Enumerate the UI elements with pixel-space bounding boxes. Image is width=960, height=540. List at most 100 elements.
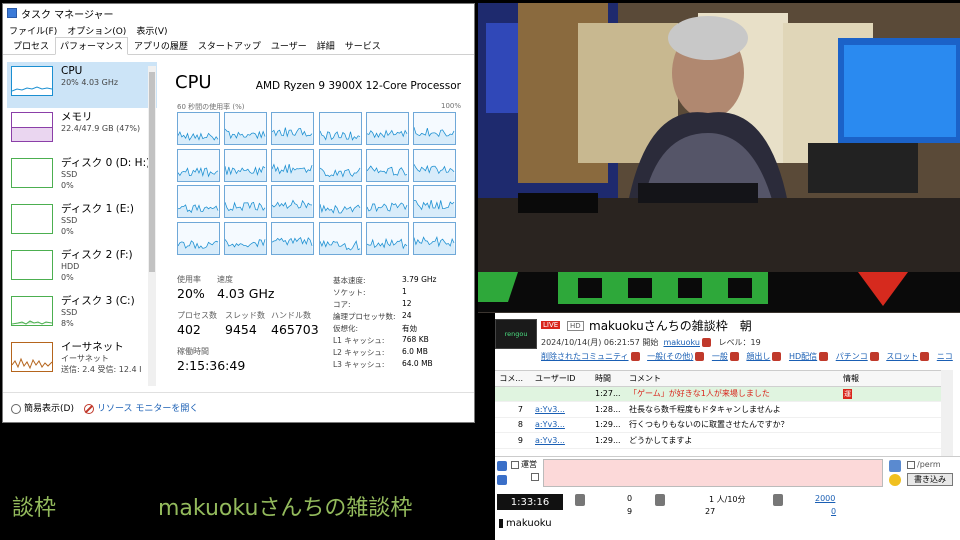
resource-detail: 22.4/47.9 GB (47%): [61, 124, 141, 133]
toolbar-icon[interactable]: [497, 461, 507, 471]
cell-user-id[interactable]: a:Yv3...: [535, 405, 595, 414]
scrollbar-thumb[interactable]: [149, 72, 155, 272]
col-info[interactable]: 情報: [843, 373, 873, 384]
comment-textarea[interactable]: [543, 459, 883, 487]
tag-nico[interactable]: ニコ: [937, 352, 953, 361]
points-a[interactable]: 2000: [815, 494, 835, 503]
cpu-heading: CPU: [175, 72, 212, 93]
tab-processes[interactable]: プロセス: [9, 38, 53, 54]
emoji-icon[interactable]: [889, 474, 901, 486]
cell-number: 9: [517, 435, 523, 445]
col-time[interactable]: 時間: [595, 373, 629, 384]
core-sparkline: [178, 131, 219, 144]
post-comment-button[interactable]: 書き込み: [907, 473, 953, 486]
table-row[interactable]: 7 a:Yv3... 1:28... 社長なら数千程度もドタキャンしませんよ: [495, 402, 953, 418]
stream-meta: 2024/10/14(月) 06:21:57 開始 makuoku レベル：19: [541, 337, 761, 348]
perm-checkbox[interactable]: /perm: [907, 460, 941, 469]
menu-file[interactable]: ファイル(F): [9, 24, 57, 37]
spec-label: 論理プロセッサ数:: [333, 312, 396, 321]
core-sparkline: [413, 127, 455, 144]
fewer-details-button[interactable]: 簡易表示(D): [11, 401, 74, 414]
speed-label: 速度: [217, 275, 233, 284]
core-usage-area: [225, 238, 267, 254]
col-number[interactable]: コメ...: [495, 373, 535, 384]
fewer-details-label: 簡易表示(D): [24, 404, 74, 414]
checkbox-icon: [511, 460, 519, 469]
core-graph: [224, 112, 268, 145]
tab-services[interactable]: サービス: [341, 38, 385, 54]
resource-name: イーサネット: [61, 341, 124, 353]
core-graph: [318, 221, 362, 255]
tag-icon: [920, 352, 930, 361]
resource-item-disk1[interactable]: ディスク 1 (E:) SSD 0%: [7, 200, 157, 246]
core-sparkline: [319, 130, 361, 144]
settings-icon[interactable]: [889, 460, 901, 472]
core-graph: [177, 148, 220, 182]
core-usage-area: [413, 200, 455, 217]
cell-user-id[interactable]: a:Yv3...: [535, 420, 595, 429]
core-graph: [177, 221, 220, 255]
core-sparkline: [413, 235, 455, 254]
operator-label: 運営: [521, 460, 537, 469]
resource-item-disk2[interactable]: ディスク 2 (F:) HDD 0%: [7, 246, 157, 292]
cell-user-id[interactable]: a:Yv3...: [535, 436, 595, 445]
caption-stream-title: makuokuさんちの雑談枠: [158, 496, 413, 521]
table-row[interactable]: 8 a:Yv3... 1:29... 行くつもりもないのに取置させたんですか？: [495, 418, 953, 433]
stream-header: rengou LIVE HD makuokuさんちの雑談枠 朝 2024/10/…: [495, 313, 960, 368]
col-user-id[interactable]: ユーザーID: [535, 373, 595, 384]
menu-view[interactable]: 表示(V): [136, 24, 167, 37]
uptime-value: 2:15:36:49: [177, 358, 246, 373]
core-sparkline: [225, 128, 267, 144]
menu-options[interactable]: オプション(O): [67, 24, 126, 37]
tag-face[interactable]: 顔出し: [746, 352, 770, 361]
disk0-thumbnail-graph: [11, 158, 53, 188]
tab-users[interactable]: ユーザー: [267, 38, 311, 54]
stream-status-bar: 1:33:16 0 9 1 人/10分 27 2000 0: [495, 490, 960, 526]
resource-item-memory[interactable]: メモリ 22.4/47.9 GB (47%): [7, 108, 157, 154]
open-resource-monitor-link[interactable]: リソース モニターを開く: [83, 401, 198, 414]
core-graph: [224, 221, 268, 255]
tag-icon: [630, 352, 640, 361]
comment-scrollbar[interactable]: [941, 370, 953, 456]
tag-hd[interactable]: HD配信: [789, 352, 817, 361]
tag-community[interactable]: 削除されたコミュニティ: [541, 352, 629, 361]
tab-startup[interactable]: スタートアップ: [194, 38, 265, 54]
tag-list: 削除されたコミュニティ 一般(その他) 一般 顔出し HD配信 パチンコ スロッ…: [541, 351, 953, 362]
core-graph: [365, 221, 409, 255]
core-graph: [318, 112, 362, 145]
list-icon[interactable]: [497, 475, 507, 485]
task-manager-icon: [7, 8, 17, 18]
menu-bar: ファイル(F) オプション(O) 表示(V): [3, 22, 474, 38]
resource-detail: 20% 4.03 GHz: [61, 78, 119, 87]
stream-title: makuokuさんちの雑談枠 朝: [589, 319, 752, 333]
table-row[interactable]: 9 a:Yv3... 1:29... どうかしてますよ: [495, 433, 953, 449]
anonymous-checkbox[interactable]: [531, 473, 539, 481]
tag-pachinko[interactable]: パチンコ: [836, 352, 868, 361]
perm-label: /perm: [917, 460, 941, 469]
resource-list-scrollbar[interactable]: [148, 66, 156, 386]
resource-item-ethernet[interactable]: イーサネット イーサネット 送信: 2.4 受信: 12.4 I: [7, 338, 157, 384]
points-b[interactable]: 0: [831, 507, 836, 516]
comment-count-a: 0: [627, 494, 633, 503]
broadcaster-link[interactable]: makuoku: [663, 338, 700, 347]
col-comment[interactable]: コメント: [629, 373, 843, 384]
core-sparkline: [366, 129, 408, 144]
resource-usage: 0%: [61, 181, 74, 190]
cpu-thumbnail-graph: [11, 66, 53, 96]
tag-general[interactable]: 一般: [712, 352, 728, 361]
resource-item-disk0[interactable]: ディスク 0 (D: H:) SSD 0%: [7, 154, 157, 200]
speed-value: 4.03 GHz: [217, 286, 275, 301]
resource-item-disk3[interactable]: ディスク 3 (C:) SSD 8%: [7, 292, 157, 338]
tag-general-other[interactable]: 一般(その他): [647, 352, 693, 361]
spec-label: 仮想化:: [333, 324, 359, 333]
tab-details[interactable]: 詳細: [313, 38, 339, 54]
operator-checkbox[interactable]: 運営: [511, 459, 537, 470]
tag-slot[interactable]: スロット: [886, 352, 918, 361]
disk2-thumbnail-graph: [11, 250, 53, 280]
resource-item-cpu[interactable]: CPU 20% 4.03 GHz: [7, 62, 157, 108]
tab-performance[interactable]: パフォーマンス: [55, 37, 128, 55]
core-sparkline: [178, 166, 219, 181]
tab-app-history[interactable]: アプリの履歴: [130, 38, 192, 54]
table-row[interactable]: 1:27... 「ゲーム」が好きな1人が来場しました 運: [495, 386, 953, 402]
resource-list: CPU 20% 4.03 GHz メモリ 22.4/47.9 GB (47%) ディ…: [7, 62, 157, 388]
